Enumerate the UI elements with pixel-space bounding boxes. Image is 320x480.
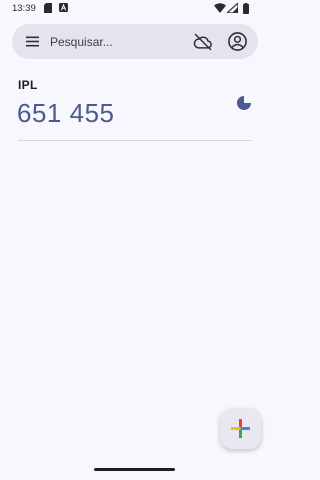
search-input[interactable] — [50, 32, 190, 51]
gesture-nav-handle[interactable] — [94, 468, 175, 471]
a-notification-icon — [59, 3, 68, 12]
battery-icon — [243, 3, 249, 14]
cloud-off-icon[interactable] — [193, 32, 213, 52]
status-bar: 13:39 — [0, 0, 269, 18]
signal-icon — [227, 3, 238, 13]
app-screen: 13:39 Pesquisar... IPL 651 455 — [0, 0, 269, 480]
google-plus-icon — [231, 419, 250, 438]
hamburger-menu-icon[interactable] — [25, 34, 41, 49]
code-entry[interactable]: IPL 651 455 — [0, 70, 269, 141]
wifi-icon — [214, 3, 226, 13]
entry-issuer: IPL — [18, 78, 38, 92]
sim-card-icon — [44, 3, 52, 13]
entry-divider — [18, 140, 252, 141]
add-account-button[interactable] — [220, 408, 261, 449]
countdown-pie-icon — [237, 96, 251, 110]
status-time: 13:39 — [12, 3, 36, 14]
search-bar — [12, 24, 258, 59]
account-circle-icon[interactable] — [227, 31, 248, 52]
entry-code: 651 455 — [17, 98, 115, 128]
